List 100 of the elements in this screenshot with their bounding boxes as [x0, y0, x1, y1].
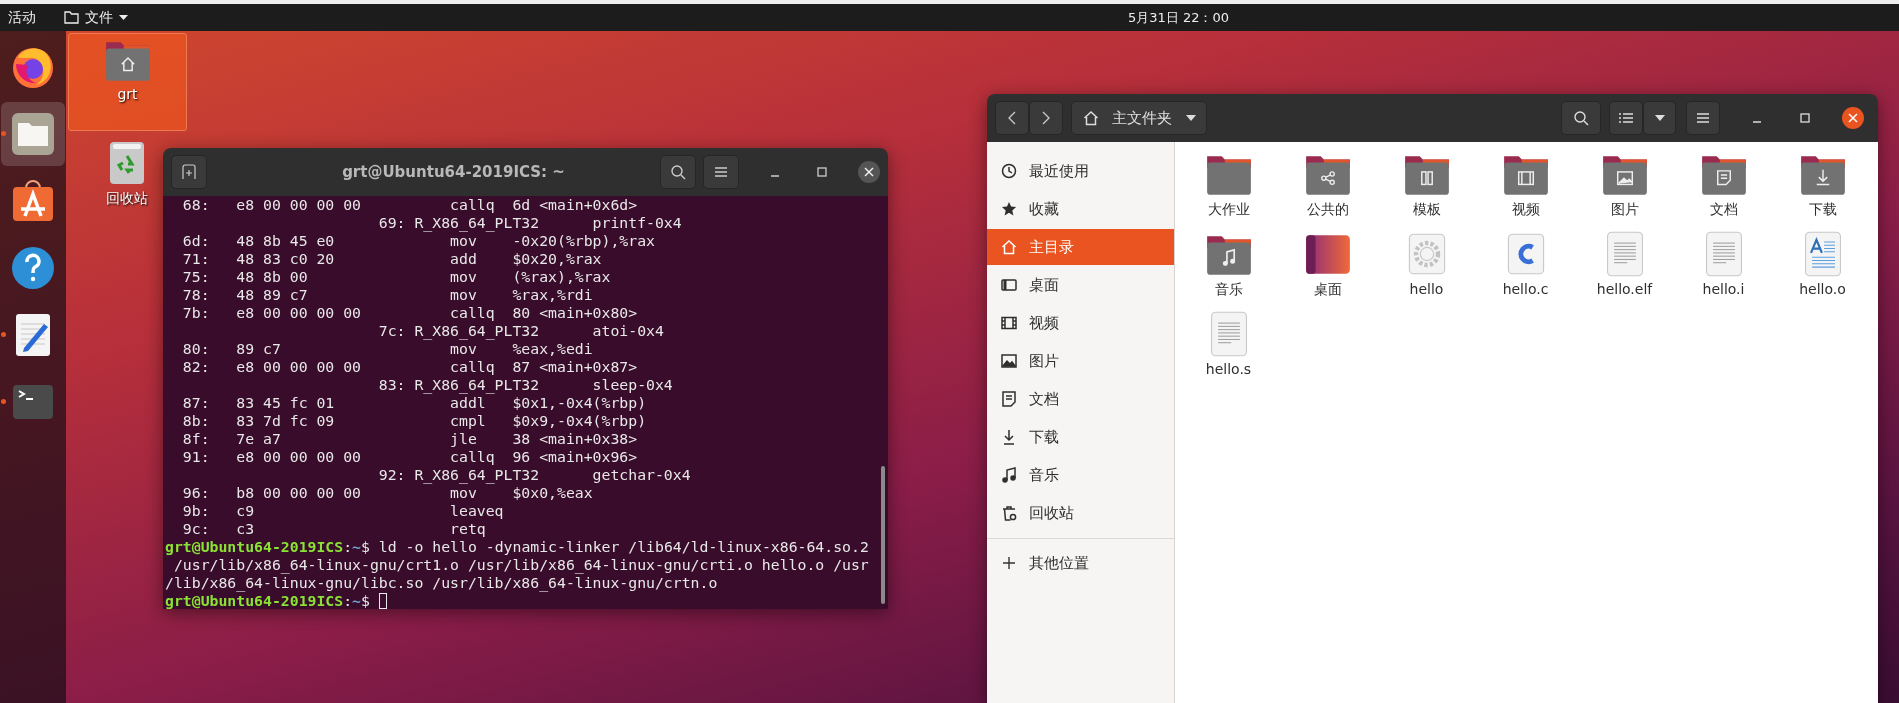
view-options-button[interactable] [1643, 101, 1676, 135]
dock-item[interactable] [1, 102, 65, 166]
terminal-line: 71: 48 83 c0 20 add $0x20,%rax [181, 250, 603, 268]
documents-icon [1000, 390, 1018, 408]
file-name[interactable]: 图片 [1610, 201, 1639, 219]
caret-icon [1186, 115, 1196, 121]
home-icon [1000, 238, 1018, 256]
new-tab-icon [181, 164, 197, 180]
search-button[interactable] [1561, 101, 1601, 135]
sidebar-item[interactable]: 视频 [987, 305, 1174, 341]
videos-icon [1000, 314, 1018, 332]
activities-button[interactable]: 活动 [8, 8, 36, 27]
file-name[interactable]: 文档 [1709, 201, 1738, 219]
file-name[interactable]: hello.elf [1596, 281, 1653, 297]
text-file-icon [1703, 230, 1744, 278]
recent-icon [1000, 162, 1018, 180]
pictures-icon [1000, 352, 1018, 370]
search-icon [1573, 110, 1589, 126]
terminal-line: 91: e8 00 00 00 00 callq 96 <main+0x96> [181, 448, 639, 466]
file-name[interactable]: 音乐 [1214, 281, 1243, 299]
terminal-line: 96: b8 00 00 00 00 mov $0x0,%eax [181, 484, 594, 502]
terminal-line: /lib/x86_64-linux-gnu/libc.so /usr/lib/x86_64-linux-gnu/crtn.o [165, 574, 719, 592]
back-button[interactable] [995, 101, 1029, 135]
sidebar-item[interactable]: 音乐 [987, 457, 1174, 493]
file-name[interactable]: 下载 [1808, 201, 1837, 219]
folder-icon [64, 11, 79, 24]
sidebar-item[interactable]: 文档 [987, 381, 1174, 417]
starred-icon [1000, 200, 1018, 218]
view-list-button[interactable] [1609, 101, 1643, 135]
terminal-line: 75: 48 8b 00 mov (%rax),%rax [181, 268, 612, 286]
caret-icon [1654, 115, 1665, 121]
forward-icon [1042, 111, 1050, 125]
file-name[interactable]: 视频 [1511, 201, 1540, 219]
menu-button[interactable] [703, 155, 739, 189]
sidebar-item[interactable]: 最近使用 [987, 153, 1174, 189]
file-name[interactable]: 大作业 [1207, 201, 1250, 219]
file-name[interactable]: 公共的 [1306, 201, 1349, 219]
sidebar-item[interactable]: 下载 [987, 419, 1174, 455]
app-menu[interactable]: 文件 [64, 8, 128, 27]
file-name[interactable]: 模板 [1412, 201, 1441, 219]
prompt-line: grt@Ubuntu64-2019ICS:~$ [165, 592, 888, 609]
desktop-icon[interactable]: 回收站 [92, 135, 162, 233]
caret-icon [119, 14, 128, 21]
clock[interactable]: 5月31日 22：00 [1127, 8, 1229, 27]
file-name[interactable]: hello [1409, 281, 1444, 297]
terminal-line: 7b: e8 00 00 00 00 callq 80 <main+0x80> [181, 304, 639, 322]
plus-icon [1000, 554, 1018, 572]
search-button[interactable] [660, 155, 696, 189]
forward-button[interactable] [1029, 101, 1063, 135]
terminal-line: 78: 48 89 c7 mov %rax,%rdi [181, 286, 594, 304]
text-file-icon [1208, 310, 1249, 358]
shopping-bag-icon [10, 178, 56, 224]
document-file-icon [1802, 230, 1843, 278]
close-icon [864, 167, 874, 177]
folder-app-icon [10, 111, 56, 157]
help-icon [10, 245, 56, 291]
maximize-icon [1800, 113, 1810, 123]
sidebar-item[interactable]: 桌面 [987, 267, 1174, 303]
close-icon [1848, 113, 1858, 123]
close-button[interactable] [1842, 107, 1864, 129]
desktop-icon [1000, 276, 1018, 294]
terminal-line: 9b: c9 leaveq [181, 502, 505, 520]
list-icon [1619, 112, 1633, 124]
terminal-line: /usr/lib/x86_64-linux-gnu/crt1.o /usr/lib/x86_64-linux-gnu/crti.o hello.o /usr [172, 556, 870, 574]
scrollbar-thumb[interactable] [881, 466, 885, 604]
sidebar-item[interactable]: 图片 [987, 343, 1174, 379]
terminal-line: 80: 89 c7 mov %eax,%edi [181, 340, 594, 358]
desktop-icon[interactable]: grt [68, 33, 187, 131]
sidebar-item[interactable]: 主目录 [987, 229, 1174, 265]
terminal-line: 92: R_X86_64_PLT32 getchar-0x4 [377, 466, 692, 484]
terminal-line: 8b: 83 7d fc 09 cmpl $0x9,-0x4(%rbp) [181, 412, 648, 430]
file-name[interactable]: 桌面 [1313, 281, 1342, 299]
minimize-icon [770, 175, 780, 177]
file-name[interactable]: hello.s [1205, 361, 1252, 377]
terminal-line: 82: e8 00 00 00 00 callq 87 <main+0x87> [181, 358, 639, 376]
close-button[interactable] [858, 161, 880, 183]
file-name[interactable]: hello.c [1502, 281, 1549, 297]
terminal-line: 6d: 48 8b 45 e0 mov -0x20(%rbp),%rax [181, 232, 656, 250]
terminal-line: 87: 83 45 fc 01 addl $0x1,-0x4(%rbp) [181, 394, 648, 412]
terminal-line: 9c: c3 retq [181, 520, 487, 538]
menu-button[interactable] [1686, 101, 1720, 135]
sidebar-item[interactable]: 其他位置 [987, 545, 1174, 581]
menu-icon [714, 166, 728, 178]
maximize-icon [817, 167, 827, 177]
file-name[interactable]: hello.i [1702, 281, 1745, 297]
terminal-line: 7c: R_X86_64_PLT32 atoi-0x4 [377, 322, 665, 340]
terminal-line: 68: e8 00 00 00 00 callq 6d <main+0x6d> [181, 196, 639, 214]
path-button[interactable]: 主文件夹 [1071, 101, 1207, 135]
menu-icon [1696, 112, 1710, 124]
trash-icon [1000, 504, 1018, 522]
window-title: grt@Ubuntu64-2019ICS: ~ [341, 163, 566, 181]
gear-file-icon [1406, 232, 1447, 276]
search-icon [670, 164, 686, 180]
sidebar-item[interactable]: 回收站 [987, 495, 1174, 531]
prompt-line: grt@Ubuntu64-2019ICS:~$ ld -o hello -dynamic-linker /lib64/ld-linux-x86-64.so.2 [165, 538, 870, 556]
new-tab-button[interactable] [171, 155, 207, 189]
text-file-icon [1604, 230, 1645, 278]
file-name[interactable]: hello.o [1799, 281, 1846, 297]
back-icon [1008, 111, 1016, 125]
sidebar-item[interactable]: 收藏 [987, 191, 1174, 227]
